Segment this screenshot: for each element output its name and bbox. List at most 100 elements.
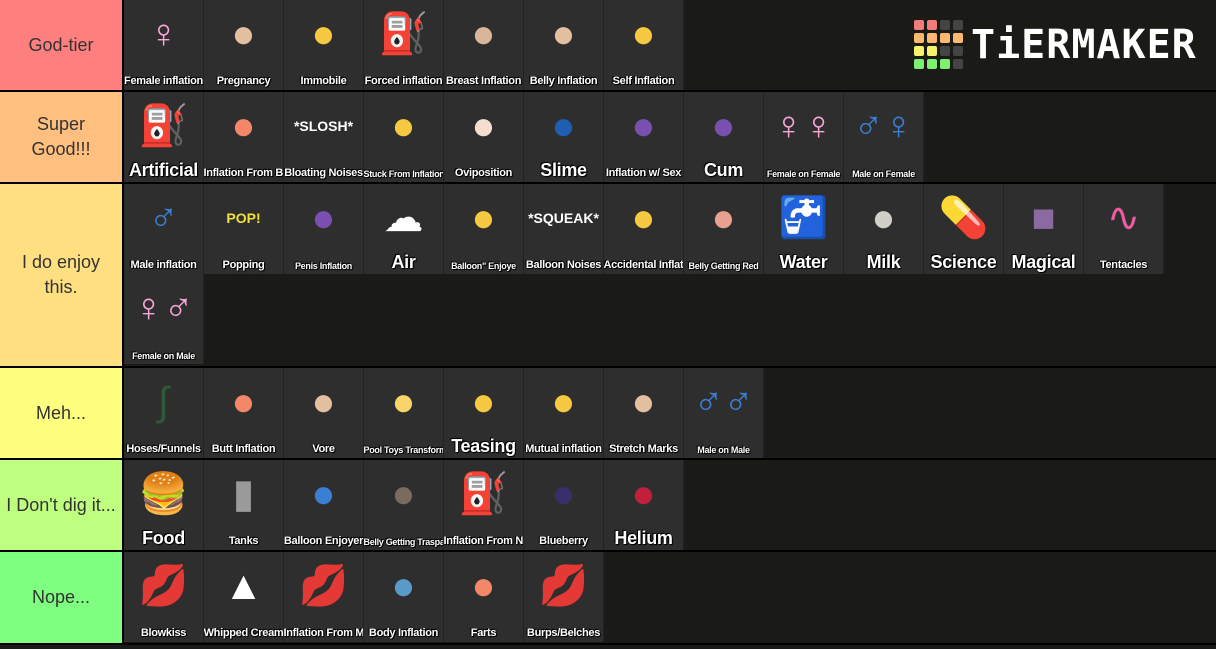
tier-item[interactable]: ● Belly Getting Red (684, 184, 764, 274)
tier-item[interactable]: ● Balloon" Enjoye (444, 184, 524, 274)
tier-item[interactable]: ● Teasing (444, 368, 524, 458)
item-glyph: ● (631, 104, 656, 148)
tier-item[interactable]: ● Pool Toys Transformation (364, 368, 444, 458)
tier-item[interactable]: ● Inflation From Butt (204, 92, 284, 182)
tiermaker-logo[interactable]: TiERMAKER (914, 20, 1197, 69)
tier-item[interactable]: ● Pregnancy (204, 0, 284, 90)
item-caption: Belly Getting Red (688, 261, 759, 271)
item-caption: Forced inflation (364, 76, 443, 87)
tier-item[interactable]: ● Farts (444, 552, 524, 642)
item-caption: Male on Female (852, 169, 915, 179)
tier-item[interactable]: ♀♀ Female on Female (764, 92, 844, 182)
tier-item[interactable]: 💋 Inflation From Mouth (284, 552, 364, 642)
male-female-icon: ♂♀ (844, 96, 923, 156)
tier-item[interactable]: 🍔 Food (124, 460, 204, 550)
tier-item[interactable]: 💊 Science (924, 184, 1004, 274)
item-caption: Balloon" Enjoye (451, 261, 516, 271)
item-glyph: ● (311, 12, 336, 56)
tier-item[interactable]: 💋 Blowkiss (124, 552, 204, 642)
tier-item[interactable]: ∿ Tentacles (1084, 184, 1164, 274)
item-caption: Inflation From Mouth (284, 628, 364, 639)
tier-item[interactable]: ● Oviposition (444, 92, 524, 182)
tier-item[interactable]: ♀♂ Female on Male (124, 274, 204, 364)
item-caption: Magical (1011, 253, 1076, 272)
tier-item[interactable]: ⛽ Forced inflation (364, 0, 444, 90)
tier-item[interactable]: ● Helium (604, 460, 684, 550)
tier-item[interactable]: ● Milk (844, 184, 924, 274)
tier-item[interactable]: 💋 Burps/Belches (524, 552, 604, 642)
item-glyph: ● (391, 564, 416, 608)
item-caption: Male inflation (130, 260, 197, 271)
tier-item[interactable]: ● Vore (284, 368, 364, 458)
tier-item[interactable]: ● Slime (524, 92, 604, 182)
tier-item[interactable]: ♂♂ Male on Male (684, 368, 764, 458)
tier-item[interactable]: ♀ Female inflation (124, 0, 204, 90)
female-symbol-icon: ♀♀ (764, 96, 843, 156)
pump-icon: ⛽ (444, 464, 523, 524)
tier-item[interactable]: ● Cum (684, 92, 764, 182)
tier-item[interactable]: ● Immobile (284, 0, 364, 90)
tier-item[interactable]: ● Stuck From Inflation (364, 92, 444, 182)
tier-item[interactable]: POP! Popping (204, 184, 284, 274)
face-emoji-icon: ● (604, 4, 683, 64)
item-glyph: ● (471, 380, 496, 424)
face-emoji-icon: ● (284, 4, 363, 64)
male-symbol-icon: ♂ (124, 188, 203, 248)
tier-item[interactable]: ☁ Air (364, 184, 444, 274)
item-caption: Penis Inflation (294, 261, 352, 271)
tier-label[interactable]: Nope... (0, 552, 124, 643)
tier-row: Super Good!!! ⛽ Artificial ● Inflation From … (0, 92, 1216, 184)
tier-item[interactable]: ⛽ Artificial (124, 92, 204, 182)
tier-label[interactable]: I do enjoy this. (0, 184, 124, 366)
tier-item[interactable]: ▲ Whipped Cream (204, 552, 284, 642)
tier-item[interactable]: ⛽ Inflation From Navel (444, 460, 524, 550)
item-caption: Oviposition (454, 168, 513, 179)
tier-label[interactable]: Super Good!!! (0, 92, 124, 182)
eggplant-icon: ● (604, 96, 683, 156)
item-caption: Popping (222, 260, 265, 271)
tier-item[interactable]: ● Breast Inflation (444, 0, 524, 90)
tier-label[interactable]: Meh... (0, 368, 124, 458)
tier-item[interactable]: ■ Magical (1004, 184, 1084, 274)
tier-item[interactable]: ● Accidental Inflation (604, 184, 684, 274)
face-emoji-icon: ● (444, 372, 523, 432)
item-caption: Slime (540, 161, 587, 180)
tier-item[interactable]: ∫ Hoses/Funnels (124, 368, 204, 458)
balloon-icon: ● (284, 464, 363, 524)
belly-icon: ● (684, 188, 763, 248)
tier-item[interactable]: ● Belly Getting Trasparent (364, 460, 444, 550)
tier-item[interactable]: 🚰 Water (764, 184, 844, 274)
rubber-duck-icon: ● (364, 372, 443, 432)
tier-item[interactable]: *SLOSH* Bloating Noises (284, 92, 364, 182)
tier-item[interactable]: ● Belly Inflation (524, 0, 604, 90)
tier-label[interactable]: God-tier (0, 0, 124, 90)
logo-grid-cell (940, 59, 950, 69)
item-glyph: ♂♀ (853, 104, 914, 148)
item-glyph: ▮ (232, 472, 255, 516)
item-caption: Cum (703, 161, 744, 180)
lips-icon: 💋 (124, 556, 203, 616)
tier-item[interactable]: ● Penis Inflation (284, 184, 364, 274)
tier-item[interactable]: ● Blueberry (524, 460, 604, 550)
air-puff-icon: ☁ (364, 188, 443, 248)
tier-label[interactable]: I Don't dig it... (0, 460, 124, 550)
cow-icon: ● (844, 188, 923, 248)
item-caption: Blueberry (539, 536, 588, 547)
belly-icon: ● (364, 464, 443, 524)
tier-item[interactable]: ● Mutual inflation (524, 368, 604, 458)
item-caption: Butt Inflation (211, 444, 276, 455)
water-tap-icon: 🚰 (764, 188, 843, 248)
tier-item[interactable]: ♂♀ Male on Female (844, 92, 924, 182)
tier-item[interactable]: ♂ Male inflation (124, 184, 204, 274)
item-glyph: *SQUEAK* (528, 210, 599, 226)
tier-item[interactable]: ● Butt Inflation (204, 368, 284, 458)
tier-item[interactable]: ▮ Tanks (204, 460, 284, 550)
tier-item[interactable]: ● Self Inflation (604, 0, 684, 90)
tier-item[interactable]: *SQUEAK* Balloon Noises (524, 184, 604, 274)
tier-item[interactable]: ● Balloon Enjoyer (284, 460, 364, 550)
tier-items: ♂ Male inflation POP! Popping ● Penis Inflati… (124, 184, 1216, 366)
logo-grid-cell (953, 59, 963, 69)
tier-item[interactable]: ● Inflation w/ Sex (604, 92, 684, 182)
tier-item[interactable]: ● Stretch Marks (604, 368, 684, 458)
tier-item[interactable]: ● Body Inflation (364, 552, 444, 642)
